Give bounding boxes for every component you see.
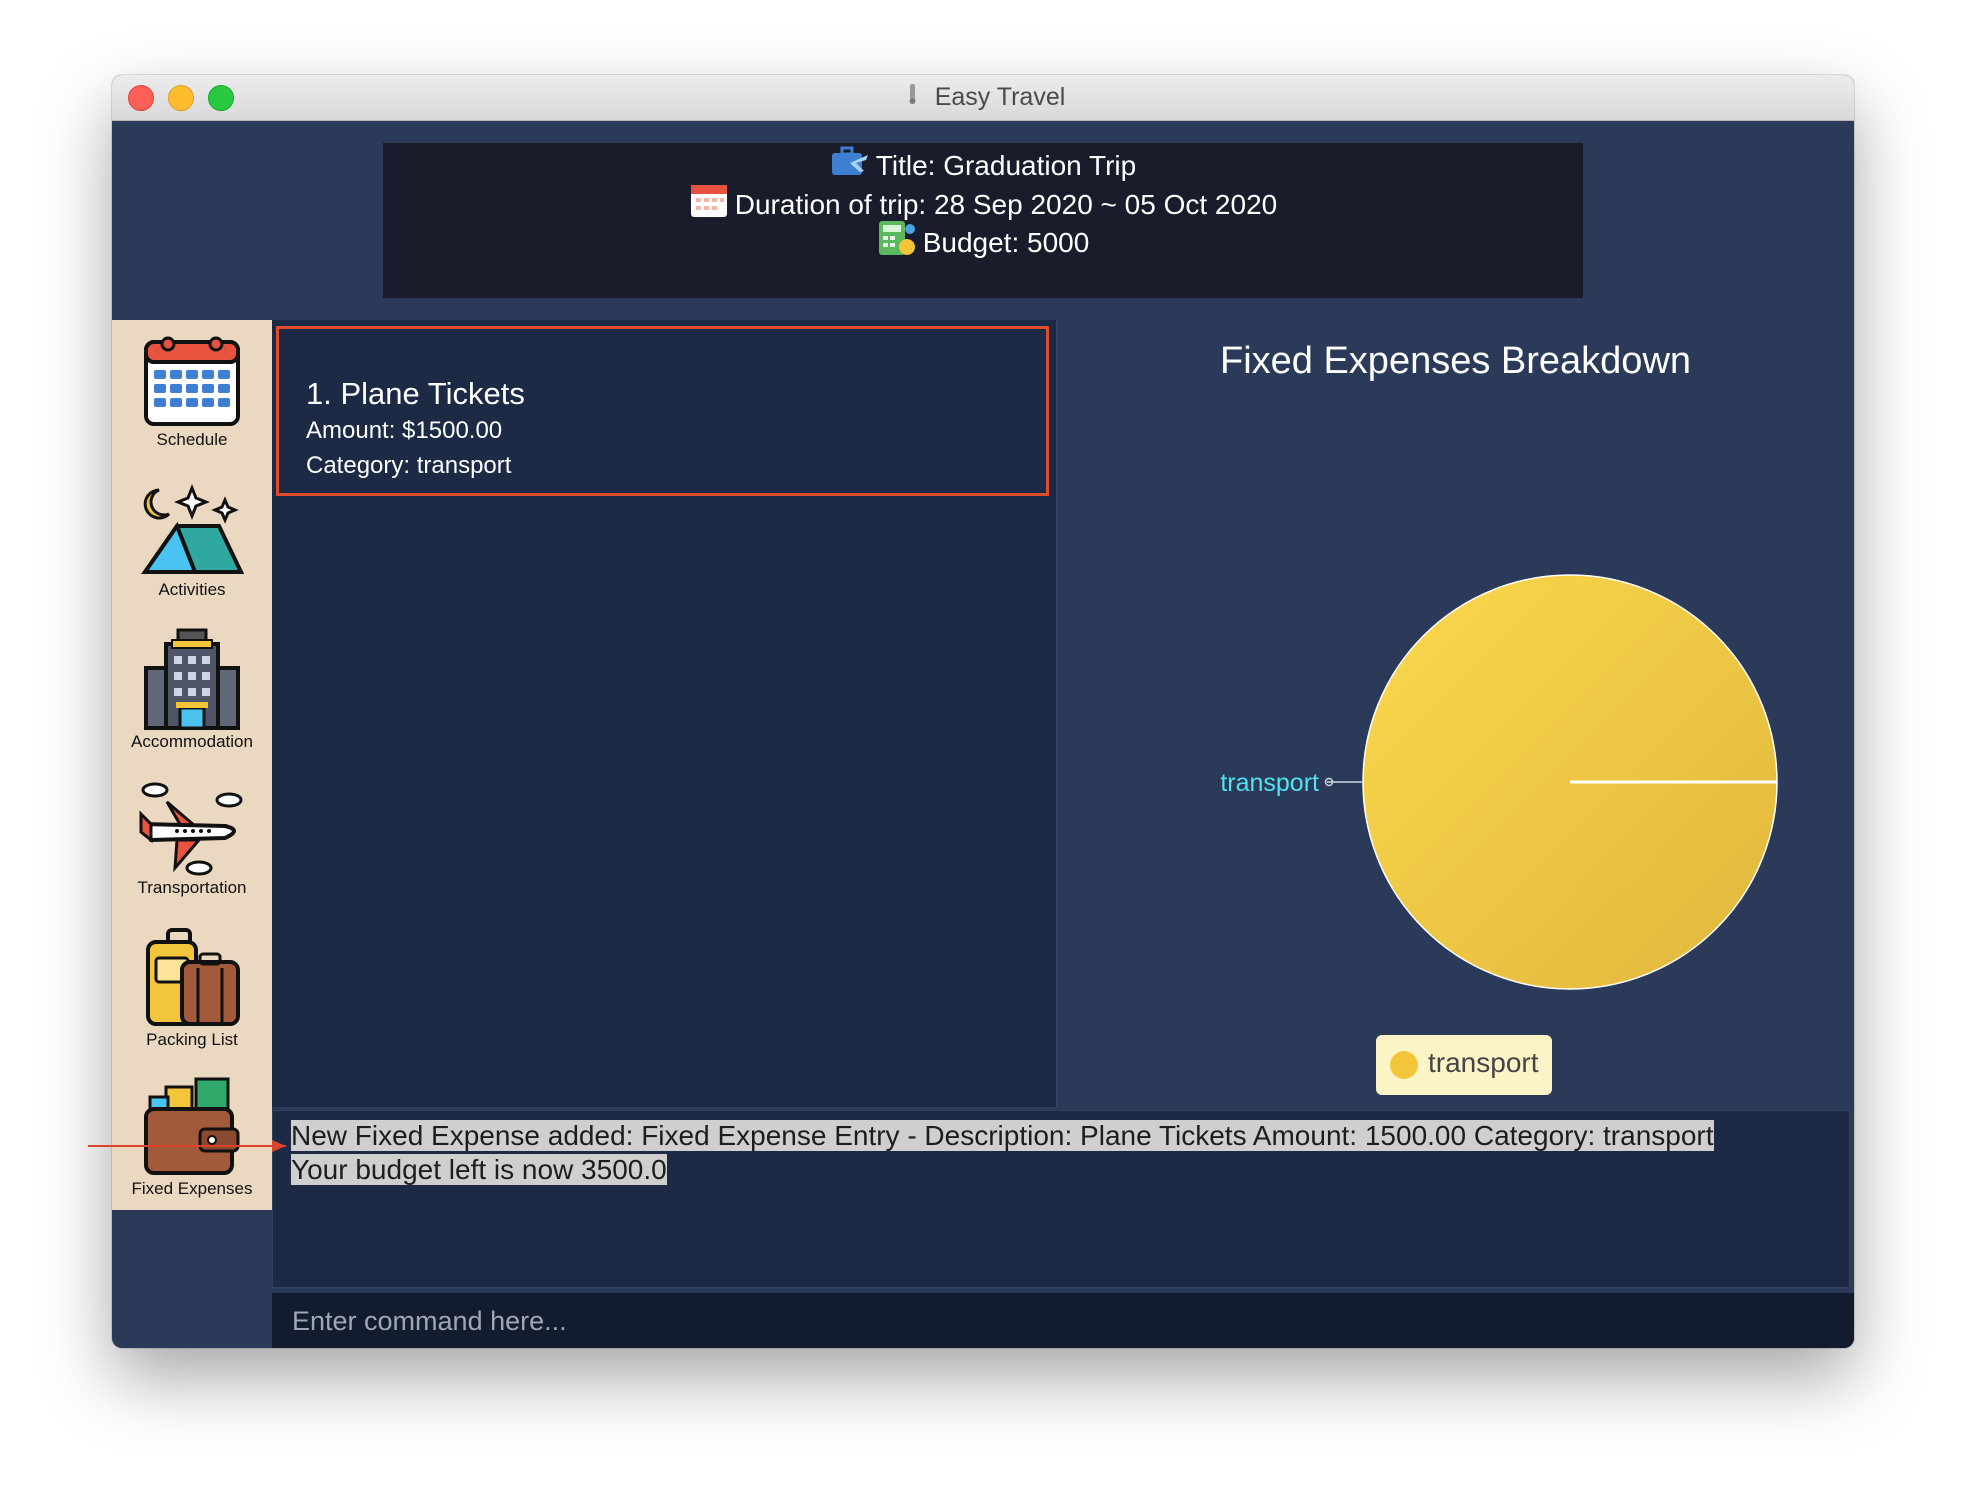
result-line-2: Your budget left is now 3500.0 (291, 1154, 667, 1185)
wallet-icon (144, 1077, 240, 1175)
sidebar-item-fixed-expenses[interactable]: Fixed Expenses (112, 1077, 272, 1199)
sidebar-item-packing-list[interactable]: Packing List (112, 928, 272, 1050)
calculator-coin-icon (877, 219, 917, 270)
calendar-icon (144, 336, 240, 426)
expense-list-panel[interactable]: 1. Plane Tickets Amount: $1500.00 Catego… (272, 320, 1057, 1107)
sidebar-item-accommodation[interactable]: Accommodation (112, 628, 272, 752)
sidebar-item-label: Packing List (146, 1030, 238, 1049)
window-title: Easy Travel (112, 75, 1854, 120)
expense-category: Category: transport (306, 452, 512, 479)
app-window: Easy Travel Title: Graduation Trip Durat… (112, 75, 1854, 1348)
trip-title: Title: Graduation Trip (875, 149, 1137, 181)
app-icon (901, 76, 925, 121)
trip-header: Title: Graduation Trip Duration of trip:… (383, 143, 1583, 298)
luggage-icon (146, 928, 240, 1026)
hotel-icon (144, 628, 240, 730)
command-input[interactable] (290, 1293, 1840, 1348)
legend-swatch (1390, 1051, 1418, 1079)
trip-budget: Budget: 5000 (922, 226, 1090, 258)
chart-legend: transport (1376, 1035, 1552, 1095)
sidebar-item-label: Transportation (137, 878, 247, 897)
expense-amount: Amount: $1500.00 (306, 417, 503, 444)
sidebar-item-transportation[interactable]: Transportation (112, 780, 272, 898)
trip-duration: Duration of trip: 28 Sep 2020 ~ 05 Oct 2… (734, 188, 1278, 220)
sidebar: Schedule Activities Accommodation Transp… (112, 320, 272, 1210)
airplane-icon (139, 782, 243, 876)
expense-card[interactable]: 1. Plane Tickets Amount: $1500.00 Catego… (276, 326, 1049, 496)
window-title-text: Easy Travel (934, 83, 1066, 111)
command-box (272, 1293, 1854, 1348)
chart-panel: Fixed Expenses Breakdown transport (1057, 320, 1854, 1107)
sidebar-item-activities[interactable]: Activities (112, 482, 272, 600)
title-bar: Easy Travel (112, 75, 1854, 121)
tent-icon (141, 483, 245, 574)
result-display[interactable]: New Fixed Expense added: Fixed Expense E… (272, 1110, 1850, 1288)
pie-label-transport: transport (1220, 769, 1319, 797)
trip-budget-line: Budget: 5000 (383, 219, 1583, 263)
sidebar-item-schedule[interactable]: Schedule (112, 332, 272, 450)
sidebar-item-label: Fixed Expenses (131, 1179, 253, 1198)
legend-label: transport (1428, 1047, 1539, 1078)
pie-chart: transport (1220, 574, 1778, 990)
sidebar-item-label: Activities (158, 580, 226, 599)
expense-title: 1. Plane Tickets (306, 376, 525, 411)
sidebar-item-label: Accommodation (131, 732, 253, 751)
result-line-1: New Fixed Expense added: Fixed Expense E… (291, 1120, 1714, 1151)
sidebar-item-label: Schedule (156, 430, 228, 449)
